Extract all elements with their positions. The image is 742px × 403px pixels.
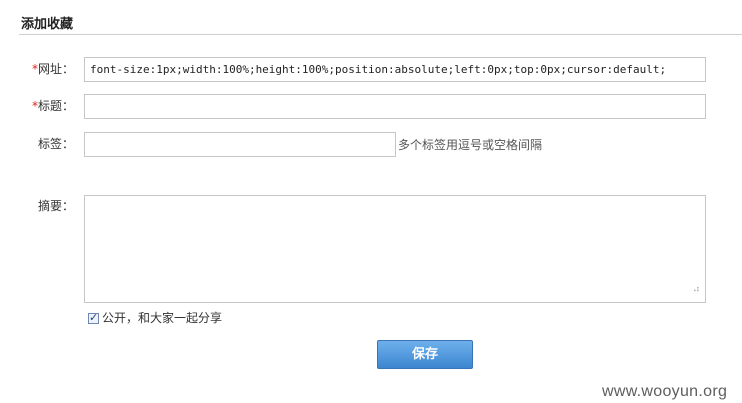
public-share-checkbox[interactable]: ✓ [88, 310, 99, 324]
resize-grip-icon[interactable]: ⠴ [688, 284, 700, 296]
url-input[interactable] [84, 57, 706, 82]
tags-input[interactable] [84, 132, 396, 157]
summary-label: 摘要： [37, 199, 74, 213]
url-label: *网址： [4, 61, 74, 77]
tags-label: 标签： [37, 137, 74, 151]
public-share-label[interactable]: 公开，和大家一起分享 [102, 310, 222, 326]
tags-hint: 多个标签用逗号或空格间隔 [398, 138, 543, 152]
title-divider [19, 34, 742, 35]
title-input[interactable] [84, 94, 706, 119]
form-title: 添加收藏 [21, 17, 74, 32]
summary-textarea[interactable] [84, 195, 706, 303]
url-label-text: 网址： [37, 62, 74, 76]
save-button[interactable]: 保存 [377, 340, 473, 369]
watermark: www.wooyun.org [602, 383, 728, 400]
checkmark-icon: ✓ [89, 310, 99, 324]
title-label-text: 标题： [37, 99, 74, 113]
public-share-option[interactable]: ✓ 公开，和大家一起分享 [88, 310, 222, 326]
title-label: *标题： [4, 98, 74, 114]
